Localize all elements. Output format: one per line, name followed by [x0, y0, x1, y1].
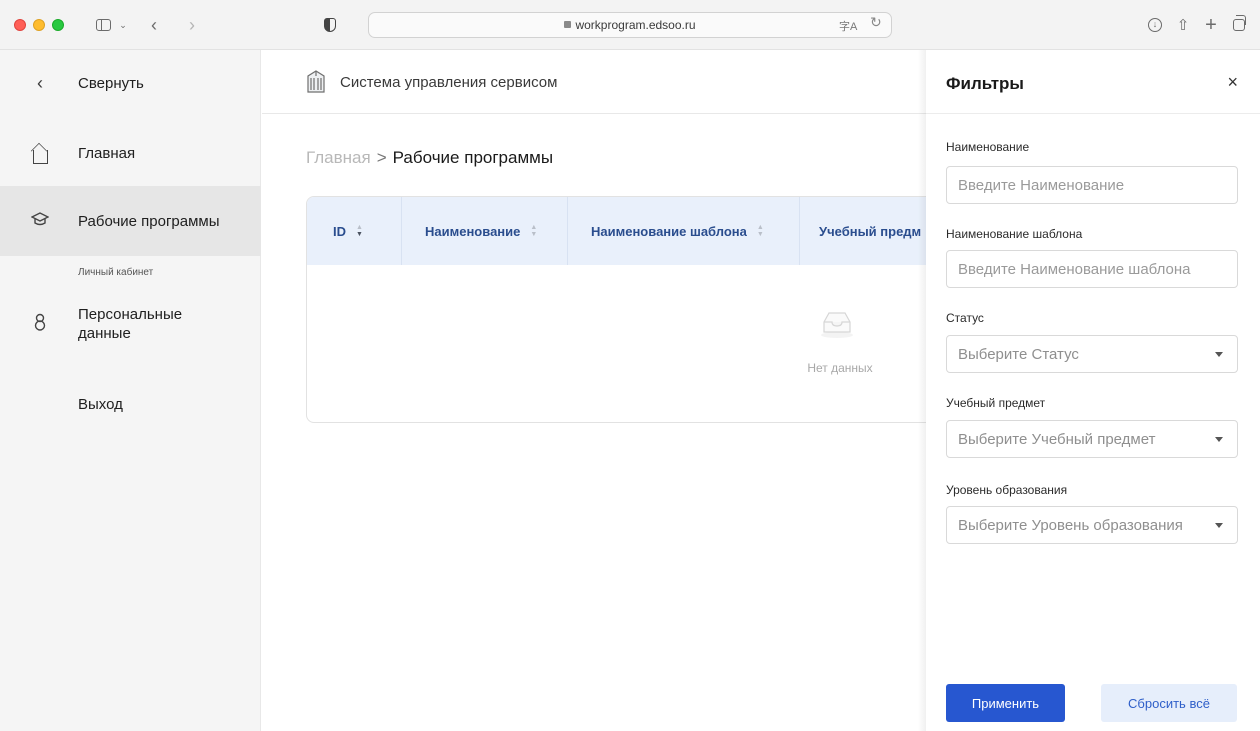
downloads-icon[interactable]: ↓	[1146, 14, 1164, 36]
reload-icon[interactable]: ↻	[870, 14, 882, 31]
subject-filter-label: Учебный предмет	[946, 396, 1046, 410]
sort-icon[interactable]: ▲ ▼	[757, 224, 764, 238]
sidebar-item-exit[interactable]: Выход	[0, 386, 261, 422]
tab-overview-icon[interactable]	[1230, 14, 1248, 36]
logo-icon	[306, 70, 326, 94]
select-placeholder: Выберите Статус	[958, 346, 1079, 363]
address-bar[interactable]: workprogram.edsoo.ru	[368, 12, 892, 38]
select-placeholder: Выберите Учебный предмет	[958, 431, 1156, 448]
home-icon	[30, 146, 50, 164]
breadcrumb-separator: >	[376, 148, 387, 167]
empty-inbox-icon	[819, 309, 855, 339]
column-header-label: Учебный предм	[819, 223, 922, 239]
breadcrumb-current: Рабочие программы	[392, 148, 554, 167]
url-text: workprogram.edsoo.ru	[575, 18, 696, 32]
forward-arrow-icon[interactable]: ›	[184, 14, 200, 36]
caret-down-icon	[1215, 352, 1223, 357]
column-header-label: Наименование	[425, 223, 521, 239]
sidebar-collapse-label: Свернуть	[78, 74, 144, 92]
lock-icon	[564, 21, 572, 28]
status-filter-select[interactable]: Выберите Статус	[946, 335, 1238, 373]
table-header: ID ▲ ▼ Наименование ▲ ▼ Наименование шабло…	[307, 197, 965, 265]
sidebar-item-work-programs[interactable]: Рабочие программы	[0, 186, 261, 256]
browser-toolbar: ⌄ ‹ › workprogram.edsoo.ru 字A ↻ ↓ ⇧ +	[0, 0, 1260, 50]
select-placeholder: Выберите Уровень образования	[958, 517, 1183, 534]
programs-table: ID ▲ ▼ Наименование ▲ ▼ Наименование шабло…	[306, 196, 966, 423]
sidebar-item-home[interactable]: Главная	[0, 134, 261, 172]
subject-filter-select[interactable]: Выберите Учебный предмет	[946, 420, 1238, 458]
sidebar-collapse[interactable]: ‹ Свернуть	[0, 64, 261, 102]
minimize-window-button[interactable]	[33, 19, 45, 31]
column-divider	[401, 197, 402, 265]
column-header-label: ID	[333, 223, 346, 239]
drawer-shadow	[918, 50, 926, 731]
sidebar-item-label: Главная	[78, 144, 136, 162]
sidebar-toggle-icon[interactable]	[94, 14, 112, 36]
column-header-id[interactable]: ID ▲ ▼	[333, 197, 363, 265]
column-header-name[interactable]: Наименование ▲ ▼	[425, 197, 537, 265]
graduation-cap-icon	[30, 211, 50, 232]
column-divider	[567, 197, 568, 265]
apply-button[interactable]: Применить	[946, 684, 1065, 722]
template-filter-label: Наименование шаблона	[946, 227, 1083, 241]
name-filter-label: Наименование	[946, 140, 1030, 154]
reset-all-button[interactable]: Сбросить всё	[1101, 684, 1237, 722]
filters-drawer: Фильтры × Наименование Наименование шабл…	[926, 50, 1260, 731]
back-arrow-icon[interactable]: ‹	[146, 14, 162, 36]
sidebar-item-personal-data[interactable]: Персональные данные	[0, 302, 261, 346]
chevron-down-icon[interactable]: ⌄	[118, 14, 128, 36]
name-filter-input[interactable]	[946, 166, 1238, 204]
filters-title: Фильтры	[946, 74, 1024, 93]
chevron-left-icon: ‹	[37, 72, 43, 93]
template-filter-input[interactable]	[946, 250, 1238, 288]
sidebar-section-title: Личный кабинет	[0, 262, 261, 282]
translate-icon[interactable]: 字A	[839, 18, 857, 34]
level-filter-select[interactable]: Выберите Уровень образования	[946, 506, 1238, 544]
sort-icon[interactable]: ▲ ▼	[356, 224, 363, 238]
privacy-shield-icon[interactable]	[322, 14, 338, 36]
column-divider	[799, 197, 800, 265]
user-icon	[30, 313, 50, 336]
app-title: Система управления сервисом	[340, 74, 558, 91]
breadcrumb-home-link[interactable]: Главная	[306, 148, 371, 167]
new-tab-icon[interactable]: +	[1202, 14, 1220, 36]
column-header-template-name[interactable]: Наименование шаблона ▲ ▼	[591, 197, 764, 265]
sidebar: ‹ Свернуть Главная Рабочие программы Лич…	[0, 50, 261, 731]
caret-down-icon	[1215, 437, 1223, 442]
column-header-label: Наименование шаблона	[591, 223, 747, 239]
breadcrumb: Главная > Рабочие программы	[306, 148, 553, 168]
sidebar-item-label: Выход	[78, 395, 123, 413]
sort-icon[interactable]: ▲ ▼	[530, 224, 537, 238]
status-filter-label: Статус	[946, 311, 984, 325]
column-header-subject[interactable]: Учебный предм	[819, 197, 921, 265]
empty-state-text: Нет данных	[807, 361, 873, 375]
caret-down-icon	[1215, 523, 1223, 528]
close-icon[interactable]: ×	[1227, 72, 1238, 93]
level-filter-label: Уровень образования	[946, 483, 1068, 497]
filters-header: Фильтры ×	[926, 50, 1260, 114]
section-title-label: Личный кабинет	[78, 266, 154, 278]
sidebar-item-label: Рабочие программы	[78, 212, 220, 230]
url-display: workprogram.edsoo.ru	[369, 18, 891, 32]
maximize-window-button[interactable]	[52, 19, 64, 31]
close-window-button[interactable]	[14, 19, 26, 31]
sidebar-item-label: Персональные данные	[78, 306, 183, 342]
share-icon[interactable]: ⇧	[1174, 14, 1192, 36]
